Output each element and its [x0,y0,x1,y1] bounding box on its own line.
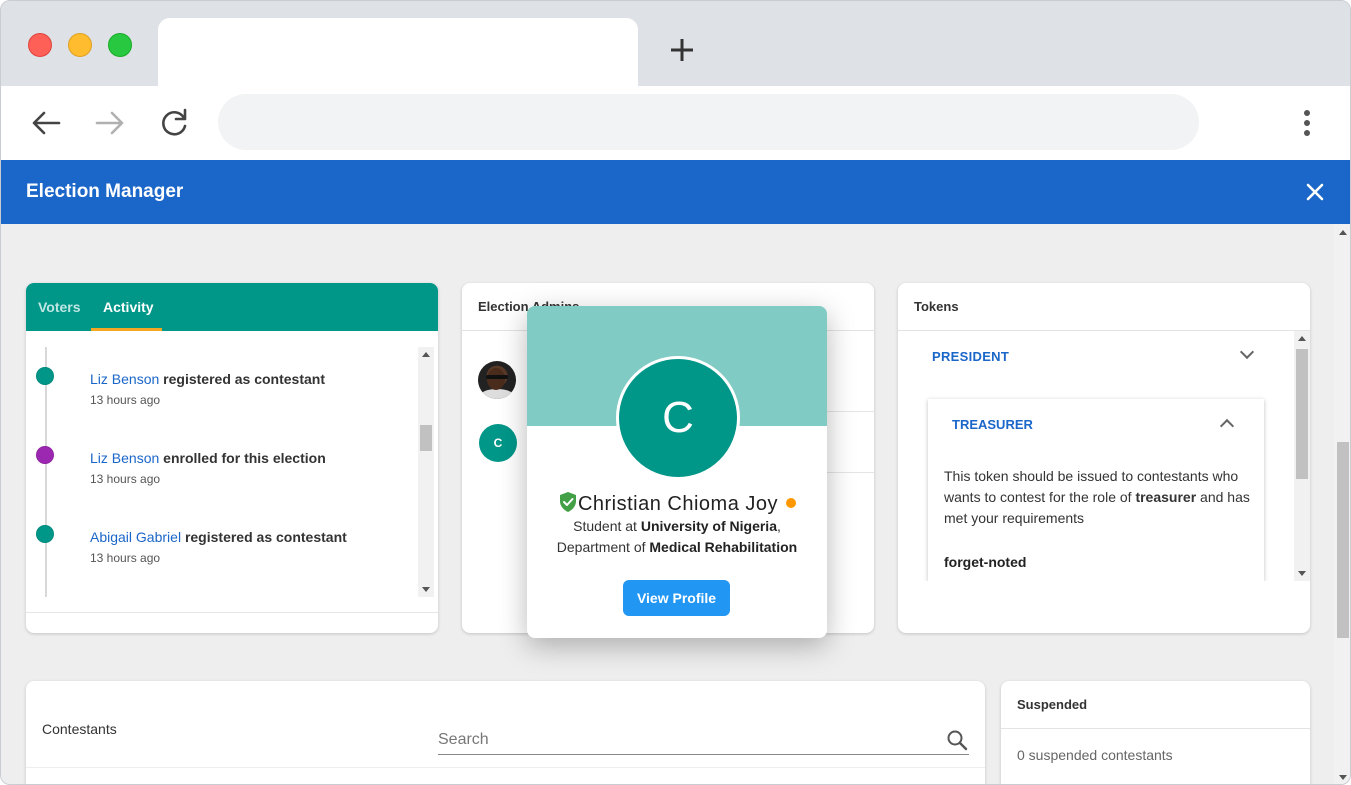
browser-tab[interactable] [158,18,638,88]
user-link[interactable]: Liz Benson [90,450,159,466]
activity-text: Liz Benson enrolled for this election [90,450,326,466]
activity-time: 13 hours ago [90,472,161,486]
card-divider [26,612,438,613]
avatar[interactable]: C [479,424,517,462]
profile-school-prefix: Student at [573,518,641,534]
activity-card: Voters Activity Liz Benson registered as… [26,283,438,633]
close-window-button[interactable] [28,33,52,57]
tab-strip [1,1,1350,88]
scrollbar-thumb[interactable] [1337,442,1349,638]
address-bar[interactable] [218,94,1199,150]
card-divider [26,767,985,768]
scroll-down-arrow-icon[interactable] [1339,775,1347,780]
token-code: forget-noted [944,554,1027,570]
activity-text: Abigail Gabriel registered as contestant [90,529,347,545]
profile-school-suffix: , [776,518,781,534]
token-panel-treasurer: TREASURER This token should be issued to… [928,399,1264,581]
user-link[interactable]: Abigail Gabriel [90,529,181,545]
profile-name-row: Christian Chioma Joy [527,491,827,516]
status-indicator [786,498,797,508]
timeline-dot [36,525,54,543]
card-title: Tokens [898,283,1310,331]
token-treasurer[interactable]: TREASURER [952,417,1033,432]
timeline-dot [36,446,54,464]
token-description: This token should be issued to contestan… [944,466,1254,529]
scroll-down-arrow-icon[interactable] [1298,571,1306,576]
token-president[interactable]: PRESIDENT [932,349,1009,364]
list-item: Liz Benson registered as contestant 13 h… [26,357,416,417]
activity-text: Liz Benson registered as contestant [90,371,325,387]
reload-icon[interactable] [157,106,191,140]
tokens-list: PRESIDENT TREASURER This token should be… [898,331,1294,581]
chevron-up-icon[interactable] [1219,418,1235,434]
maximize-window-button[interactable] [108,33,132,57]
avatar: C [616,356,740,480]
suspended-card: Suspended 0 suspended contestants [1001,681,1310,784]
avatar-face [487,368,505,390]
active-tab-indicator [91,328,162,331]
chevron-down-icon[interactable] [1239,344,1255,360]
forward-arrow-icon[interactable] [93,106,127,140]
app-bar: Election Manager [1,160,1350,224]
user-link[interactable]: Liz Benson [90,371,159,387]
profile-school-name: University of Nigeria [640,518,777,534]
contestants-card: Contestants [26,681,985,784]
timeline-dot [36,367,54,385]
new-tab-icon[interactable] [667,35,697,65]
activity-time: 13 hours ago [90,551,161,565]
activity-scrollbar[interactable] [418,347,434,597]
back-arrow-icon[interactable] [29,106,63,140]
empty-state-text: 0 suspended contestants [1017,747,1173,763]
avatar-shirt [480,389,514,399]
tab-voters[interactable]: Voters [38,299,81,315]
tab-activity[interactable]: Activity [103,299,154,315]
scroll-up-arrow-icon[interactable] [1339,230,1347,235]
card-title: Contestants [42,721,117,737]
search-field [438,727,969,755]
activity-action: registered as contestant [181,529,347,545]
list-item: Abigail Gabriel registered as contestant… [26,515,416,575]
card-title: Suspended [1001,681,1310,729]
browser-window: Election Manager Voters Activity Liz Ben… [0,0,1351,785]
profile-department: Department of Medical Rehabilitation [527,539,827,555]
tokens-card: Tokens PRESIDENT TREASURER This token sh… [898,283,1310,633]
minimize-window-button[interactable] [68,33,92,57]
search-input[interactable] [438,727,928,753]
avatar-glasses [486,375,508,379]
scroll-down-arrow-icon[interactable] [422,587,430,592]
token-role: treasurer [1135,489,1197,505]
view-profile-button[interactable]: View Profile [623,580,730,616]
search-icon[interactable] [946,729,968,751]
profile-department-prefix: Department of [556,539,650,555]
close-icon[interactable] [1303,180,1327,204]
browser-toolbar [1,86,1350,160]
scrollbar-thumb[interactable] [420,425,432,451]
profile-name: Christian Chioma Joy [577,493,779,515]
tokens-scrollbar[interactable] [1294,331,1310,581]
activity-action: enrolled for this election [159,450,326,466]
scrollbar-thumb[interactable] [1296,349,1308,479]
verified-shield-icon [559,492,576,512]
activity-time: 13 hours ago [90,393,161,407]
profile-popup: C Christian Chioma Joy Student at Univer… [527,306,827,638]
scroll-up-arrow-icon[interactable] [1298,336,1306,341]
activity-action: registered as contestant [159,371,326,387]
profile-department-name: Medical Rehabilitation [649,539,798,555]
scroll-up-arrow-icon[interactable] [422,352,430,357]
profile-school: Student at University of Nigeria, [527,518,827,534]
activity-tabs: Voters Activity [26,283,438,331]
activity-list: Liz Benson registered as contestant 13 h… [26,347,418,597]
page-scrollbar[interactable] [1334,224,1350,784]
more-menu-icon[interactable] [1295,108,1319,138]
avatar[interactable] [478,361,516,399]
app-title: Election Manager [26,181,184,202]
list-item: Liz Benson enrolled for this election 13… [26,436,416,496]
